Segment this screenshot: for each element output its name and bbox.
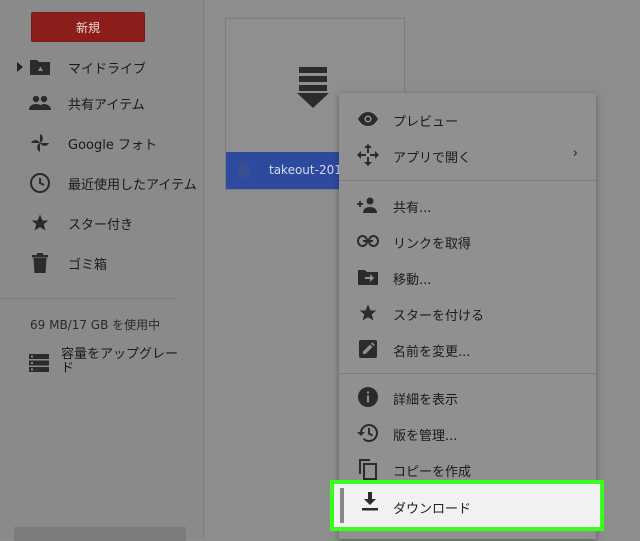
menu-item-label: 共有...	[393, 201, 432, 216]
sidebar-item-trash[interactable]: ゴミ箱	[0, 246, 203, 280]
zip-file-icon	[297, 67, 329, 108]
menu-item-get-link[interactable]: リンクを取得	[339, 223, 596, 259]
menu-item-download[interactable]: ダウンロード	[330, 480, 604, 531]
sidebar-item-label: ゴミ箱	[68, 257, 108, 273]
move-arrows-icon	[357, 144, 379, 166]
download-icon	[361, 492, 379, 516]
menu-item-rename[interactable]: 名前を変更...	[339, 331, 596, 367]
menu-item-preview[interactable]: プレビュー	[339, 101, 596, 137]
storage-icon	[29, 354, 49, 376]
sidebar-item-label: 共有アイテム	[68, 97, 145, 113]
menu-item-label: 詳細を表示	[393, 393, 459, 408]
submenu-arrow-icon: ›	[572, 146, 578, 161]
drive-folder-icon	[29, 56, 51, 78]
link-icon	[357, 230, 379, 252]
pencil-icon	[357, 338, 379, 360]
menu-item-label: プレビュー	[393, 115, 459, 130]
star-icon	[29, 212, 51, 234]
context-menu: プレビュー アプリで開く › 共有... リンクを取得 移動... スターを付け…	[339, 93, 596, 539]
sidebar-item-label: 最近使用したアイテム	[68, 177, 197, 193]
star-icon	[357, 302, 379, 324]
storage-usage-text: 69 MB/17 GB を使用中	[30, 318, 161, 332]
file-type-icon	[238, 163, 250, 180]
copy-icon	[357, 458, 379, 480]
history-icon	[357, 422, 379, 444]
menu-item-share[interactable]: 共有...	[339, 187, 596, 223]
menu-item-label: 移動...	[393, 273, 432, 288]
sidebar-item-recent[interactable]: 最近使用したアイテム	[0, 166, 203, 200]
pinwheel-icon	[29, 132, 51, 154]
menu-divider	[339, 373, 596, 374]
menu-item-move[interactable]: 移動...	[339, 259, 596, 295]
menu-item-add-star[interactable]: スターを付ける	[339, 295, 596, 331]
menu-item-details[interactable]: 詳細を表示	[339, 379, 596, 415]
person-add-icon	[357, 194, 379, 216]
menu-divider	[339, 180, 596, 181]
sidebar-item-starred[interactable]: スター付き	[0, 206, 203, 240]
trash-icon	[29, 252, 51, 274]
menu-item-label: 版を管理...	[393, 429, 458, 444]
menu-item-label: コピーを作成	[393, 465, 472, 480]
menu-item-manage-versions[interactable]: 版を管理...	[339, 415, 596, 451]
selection-indicator	[340, 488, 344, 523]
people-icon	[29, 92, 51, 114]
menu-item-label: リンクを取得	[393, 237, 472, 252]
folder-move-icon	[357, 266, 379, 288]
upgrade-storage-label: 容量をアップグレード	[61, 347, 179, 376]
menu-item-label: スターを付ける	[393, 309, 485, 324]
menu-item-label: 名前を変更...	[393, 345, 471, 360]
info-icon	[357, 386, 379, 408]
sidebar: 新規 マイドライブ 共有アイテム Google フォト 最近使用したアイテム ス…	[0, 0, 204, 541]
clock-icon	[29, 172, 51, 194]
new-button[interactable]: 新規	[31, 12, 145, 42]
sidebar-divider	[0, 298, 176, 299]
sidebar-item-label: Google フォト	[68, 137, 157, 153]
menu-item-label: ダウンロード	[393, 502, 472, 517]
sidebar-item-label: スター付き	[68, 217, 134, 233]
sidebar-item-label: マイドライブ	[68, 61, 147, 77]
file-name: takeout-201	[269, 163, 342, 177]
menu-item-open-with[interactable]: アプリで開く ›	[339, 137, 596, 173]
sidebar-item-my-drive[interactable]: マイドライブ	[0, 50, 203, 84]
menu-item-label: アプリで開く	[393, 151, 472, 166]
sidebar-item-google-photos[interactable]: Google フォト	[0, 126, 203, 160]
eye-icon	[357, 108, 379, 130]
sidebar-item-shared[interactable]: 共有アイテム	[0, 86, 203, 120]
upgrade-storage-link[interactable]: 容量をアップグレード	[0, 348, 203, 384]
